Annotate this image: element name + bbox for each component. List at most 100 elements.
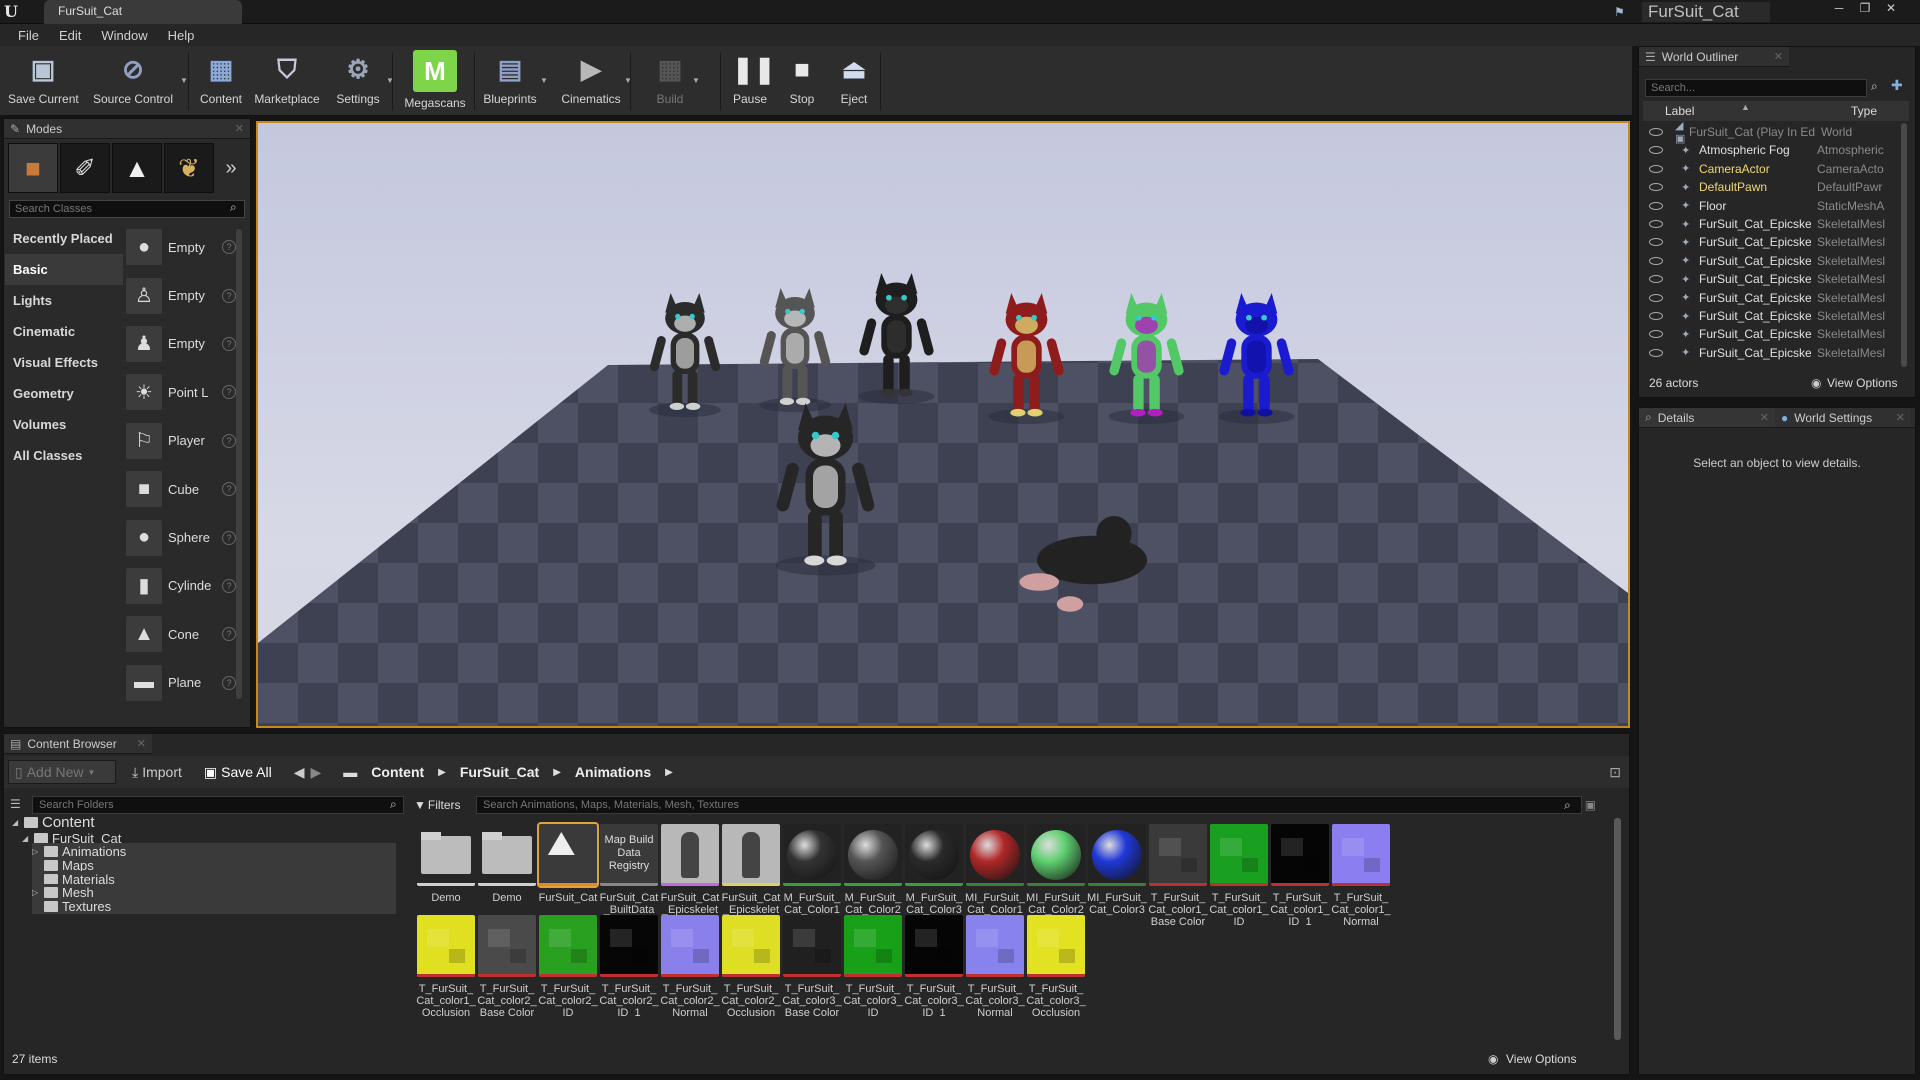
asset-tile[interactable]: T_FurSuit_Cat_color1_Base Color [1148,824,1208,932]
expand-arrow-icon[interactable]: ◢ [22,834,30,843]
place-item[interactable]: ☀ Point L? [126,368,236,416]
category-recently-placed[interactable]: Recently Placed [5,223,123,254]
asset-search-input[interactable]: Search Animations, Maps, Materials, Mesh… [476,796,1582,814]
expand-arrow-icon[interactable] [32,861,40,870]
asset-tile[interactable]: T_FurSuit_Cat_color1_Normal [1331,824,1391,932]
place-item[interactable]: ♙ Empty? [126,271,236,319]
place-item[interactable]: ■ Cube? [126,465,236,513]
asset-tile[interactable]: T_FurSuit_Cat_color3_ID_1 [904,915,964,1023]
help-icon[interactable]: ? [222,482,236,497]
visibility-eye-icon[interactable] [1649,128,1663,136]
outliner-row[interactable]: ✦ FurSuit_Cat_Epicskele SkeletalMesl [1643,344,1905,362]
place-item[interactable]: ● Sphere? [126,513,236,561]
visibility-eye-icon[interactable] [1649,275,1663,284]
visibility-eye-icon[interactable] [1649,220,1663,228]
level-viewport[interactable] [256,121,1630,728]
outliner-row[interactable]: ✦ FurSuit_Cat_Epicskele SkeletalMesl [1643,289,1905,307]
pause-button[interactable]: ❚❚ Pause [730,50,776,112]
more-modes-icon[interactable]: » [216,143,246,193]
eject-button[interactable]: ⏏ Eject [834,50,874,112]
menu-window[interactable]: Window [91,28,157,43]
visibility-eye-icon[interactable] [1649,293,1663,302]
save-all-button[interactable]: ▣ Save All [204,764,272,781]
category-lights[interactable]: Lights [5,285,123,316]
visibility-eye-icon[interactable] [1649,164,1663,173]
lock-icon[interactable]: ⊡ [1609,764,1621,781]
label-column-header[interactable]: Label [1665,104,1694,118]
view-options-button[interactable]: View Options [1827,376,1897,390]
dropdown-arrow-icon[interactable]: ▼ [180,76,188,85]
path-fursuit-cat[interactable]: FurSuit_Cat [460,764,539,780]
visibility-eye-icon[interactable] [1649,201,1663,210]
close-tab-icon[interactable]: ✕ [235,122,244,135]
help-icon[interactable]: ? [222,336,236,351]
document-tab[interactable]: FurSuit_Cat [44,0,242,24]
place-item[interactable]: ▬ Plane? [126,659,236,707]
place-mode-icon[interactable]: ■ [8,143,58,193]
content-button[interactable]: ▦ Content [196,50,246,112]
asset-tile[interactable]: T_FurSuit_Cat_color3_Normal [965,915,1025,1023]
details-tab[interactable]: ⌕ Details ✕ [1639,408,1775,428]
category-visual-effects[interactable]: Visual Effects [5,347,123,378]
type-column-header[interactable]: Type [1851,104,1877,118]
visibility-eye-icon[interactable] [1649,238,1663,247]
category-basic[interactable]: Basic [5,254,123,285]
expand-arrow-icon[interactable] [32,902,40,911]
outliner-row[interactable]: ✦ Floor StaticMeshA [1643,197,1905,215]
path-animations[interactable]: Animations [575,764,651,780]
save-search-icon[interactable]: ▣ [1585,798,1596,812]
cinematics-button[interactable]: ▶ Cinematics [560,50,622,112]
visibility-eye-icon[interactable] [1649,348,1663,357]
menu-file[interactable]: File [8,28,49,43]
source-control-button[interactable]: ⊘ Source Control [88,50,178,112]
help-icon[interactable]: ? [222,578,236,593]
close-tab-icon[interactable]: ✕ [1896,411,1905,424]
build-button[interactable]: ▦ Build [650,50,690,112]
outliner-row[interactable]: ✦ FurSuit_Cat_Epicskele SkeletalMesl [1643,270,1905,288]
visibility-eye-icon[interactable] [1649,146,1663,155]
help-icon[interactable]: ? [222,530,236,545]
outliner-row[interactable]: ◢ ▣ FurSuit_Cat (Play In Edit World [1643,120,1905,145]
sources-toggle-icon[interactable]: ☰ [10,797,21,811]
visibility-eye-icon[interactable] [1649,256,1663,265]
help-icon[interactable]: ? [222,240,236,255]
category-geometry[interactable]: Geometry [5,378,123,409]
search-folders-input[interactable]: Search Folders [32,796,404,814]
place-item[interactable]: ♟ Empty? [126,320,236,368]
place-item[interactable]: ▮ Cylinde? [126,562,236,610]
asset-tile[interactable]: T_FurSuit_Cat_color3_Base Color [782,915,842,1023]
outliner-row[interactable]: ✦ FurSuit_Cat_Epicskele SkeletalMesl [1643,252,1905,270]
landscape-mode-icon[interactable]: ▲ [112,143,162,193]
category-cinematic[interactable]: Cinematic [5,316,123,347]
blueprints-button[interactable]: ▤ Blueprints [482,50,538,112]
close-tab-icon[interactable]: ✕ [1774,50,1783,63]
category-all-classes[interactable]: All Classes [5,440,123,471]
category-volumes[interactable]: Volumes [5,409,123,440]
close-tab-icon[interactable]: ✕ [1760,411,1769,424]
asset-tile[interactable]: MI_FurSuit_Cat_Color3 [1087,824,1147,932]
menu-help[interactable]: Help [158,28,205,43]
folder-tree-item[interactable]: ◢ Content [12,814,95,831]
asset-scrollbar[interactable] [1614,818,1621,1040]
modes-tab[interactable]: ✎ Modes ✕ [4,119,250,139]
search-classes-input[interactable]: Search Classes [9,200,245,218]
back-arrow-icon[interactable]: ◀ [294,764,305,781]
minimize-button[interactable]: ─ [1826,1,1852,15]
outliner-row[interactable]: ✦ FurSuit_Cat_Epicskele SkeletalMesl [1643,215,1905,233]
forward-arrow-icon[interactable]: ▶ [311,764,322,781]
settings-button[interactable]: ⚙ Settings [332,50,384,112]
content-browser-tab[interactable]: ▤ Content Browser ✕ [4,734,152,754]
asset-tile[interactable]: T_FurSuit_Cat_color2_Occlusion [721,915,781,1023]
megascans-button[interactable]: M Megascans [402,50,468,112]
outliner-row[interactable]: ✦ DefaultPawn DefaultPawr [1643,178,1905,196]
save-current-button[interactable]: ▣ Save Current [8,50,79,112]
expand-arrow-icon[interactable]: ▷ [32,888,40,897]
dropdown-arrow-icon[interactable]: ▼ [692,76,700,85]
add-new-button[interactable]: ▯ Add New ▼ [8,760,116,784]
marketplace-button[interactable]: ⛉ Marketplace [252,50,322,112]
help-icon[interactable]: ? [222,288,236,303]
feedback-flag-icon[interactable]: ⚑ [1614,5,1630,19]
asset-tile[interactable]: T_FurSuit_Cat_color1_Occlusion [416,915,476,1023]
asset-tile[interactable]: T_FurSuit_Cat_color2_Normal [660,915,720,1023]
visibility-eye-icon[interactable] [1649,312,1663,320]
